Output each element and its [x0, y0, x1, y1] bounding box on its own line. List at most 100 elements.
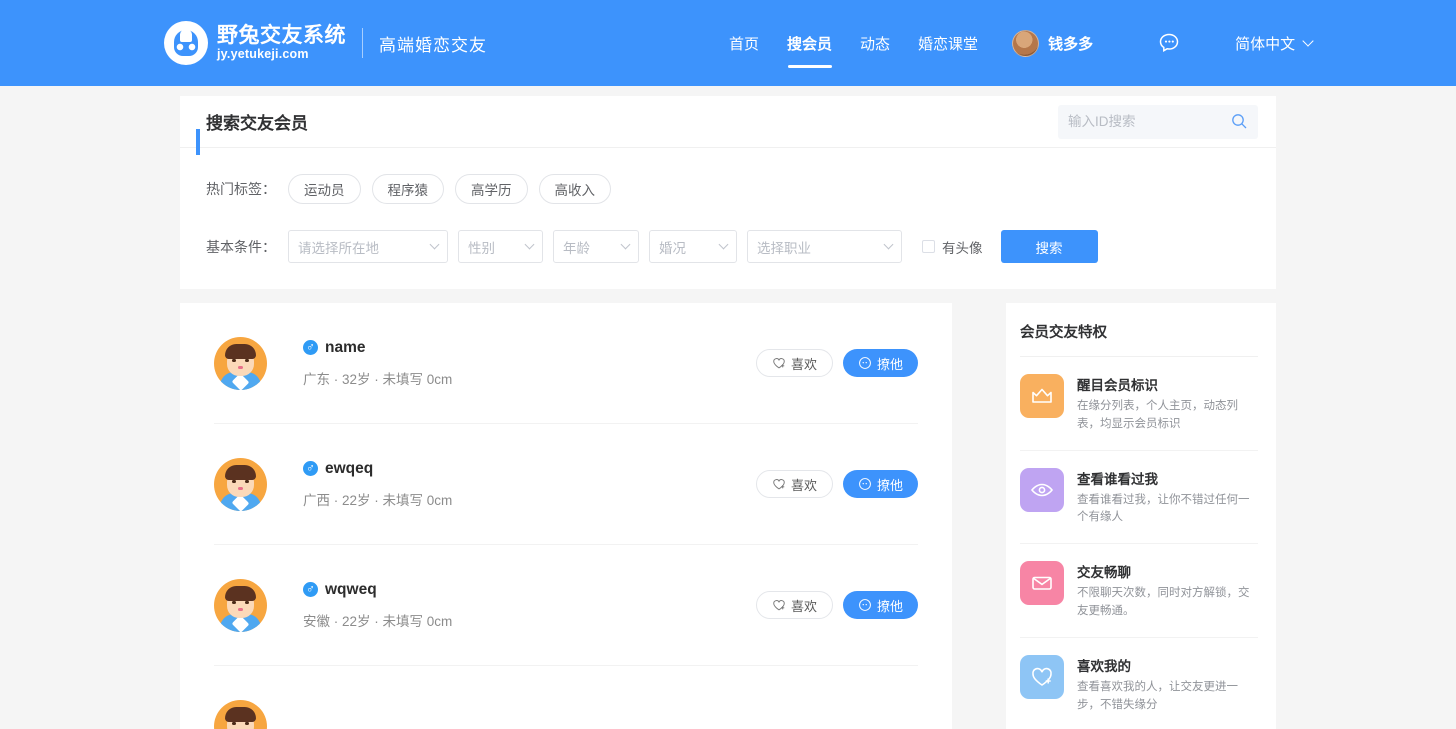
- select-gender[interactable]: 性别: [458, 230, 543, 263]
- privilege-title: 喜欢我的: [1077, 658, 1131, 674]
- select-age[interactable]: 年龄: [553, 230, 639, 263]
- member-avatar-icon[interactable]: [214, 578, 267, 632]
- member-list: name 广东 · 32岁 · 未填写 0cm 喜欢: [180, 303, 952, 729]
- privilege-item-who-viewed-me[interactable]: 查看谁看过我 查看谁看过我，让你不错过任何一个有缘人: [1020, 451, 1258, 545]
- member-row[interactable]: wqweq 安徽 · 22岁 · 未填写 0cm 喜欢: [214, 545, 918, 666]
- brand-logo[interactable]: 野兔交友系统 jy.yetukeji.com 高端婚恋交友: [164, 21, 487, 65]
- privilege-title: 交友畅聊: [1077, 565, 1131, 581]
- member-name-line: name: [303, 339, 756, 357]
- search-button[interactable]: 搜索: [1000, 230, 1098, 263]
- member-row[interactable]: name 广东 · 32岁 · 未填写 0cm 喜欢: [214, 303, 918, 424]
- select-age-value: 年龄: [563, 240, 590, 256]
- select-location[interactable]: 请选择所在地: [288, 230, 448, 263]
- page-body: 搜索交友会员 热门标签： 运动员 程序猿 高学历 高收入: [0, 96, 1456, 729]
- search-input[interactable]: [1068, 114, 1228, 129]
- member-meta: 广东 · 32岁 · 未填写 0cm: [303, 371, 453, 387]
- select-occupation-value: 选择职业: [757, 240, 811, 256]
- member-name-line: ewqeq: [303, 460, 756, 478]
- user-name: 钱多多: [1048, 35, 1094, 53]
- member-row[interactable]: [214, 666, 918, 729]
- chat-bubble-icon: [859, 357, 871, 369]
- chevron-down-icon: [524, 239, 535, 250]
- member-name-line: wqweq: [303, 581, 756, 599]
- tag-high-education[interactable]: 高学历: [455, 174, 528, 204]
- brand-slogan: 高端婚恋交友: [379, 35, 487, 55]
- search-icon[interactable]: [1231, 113, 1248, 135]
- nav-item-classroom[interactable]: 婚恋课堂: [904, 0, 992, 86]
- brand-url: jy.yetukeji.com: [217, 47, 309, 62]
- page-title: 搜索交友会员: [206, 114, 308, 133]
- tag-programmer[interactable]: 程序猿: [371, 174, 444, 204]
- tag-high-income[interactable]: 高收入: [538, 174, 611, 204]
- member-meta: 安徽 · 22岁 · 未填写 0cm: [303, 613, 453, 629]
- member-actions: 喜欢 撩他: [755, 591, 918, 619]
- privilege-text: 交友畅聊 不限聊天次数，同时对方解锁，交友更畅通。: [1077, 561, 1258, 621]
- privileges-sidebar: 会员交友特权 醒目会员标识 在缘分列表，个人主页，动态列表，均显示会员标识 查看…: [1006, 303, 1276, 729]
- heart-plus-icon: [773, 358, 785, 369]
- basic-conditions-row: 基本条件： 请选择所在地 性别 年龄 婚况 选择职业 有头像 搜索: [180, 230, 1276, 263]
- member-name[interactable]: name: [325, 339, 366, 357]
- like-button-label: 喜欢: [790, 598, 817, 614]
- tag-athlete[interactable]: 运动员: [288, 174, 361, 204]
- member-name[interactable]: wqweq: [325, 581, 377, 599]
- member-info: wqweq 安徽 · 22岁 · 未填写 0cm: [303, 581, 756, 630]
- privilege-text: 查看谁看过我 查看谁看过我，让你不错过任何一个有缘人: [1077, 468, 1258, 528]
- flirt-button[interactable]: 撩他: [842, 349, 918, 377]
- privilege-desc: 查看谁看过我，让你不错过任何一个有缘人: [1077, 493, 1250, 524]
- nav-item-feed[interactable]: 动态: [846, 0, 904, 86]
- member-row[interactable]: ewqeq 广西 · 22岁 · 未填写 0cm 喜欢: [214, 424, 918, 545]
- id-search-box[interactable]: [1058, 104, 1258, 139]
- privilege-text: 醒目会员标识 在缘分列表，个人主页，动态列表，均显示会员标识: [1077, 374, 1258, 434]
- chat-bubble-icon: [859, 478, 871, 490]
- chat-button[interactable]: [1155, 29, 1183, 57]
- sidebar-title: 会员交友特权: [1020, 321, 1258, 357]
- heart-plus-icon: [773, 600, 785, 611]
- member-meta: 广西 · 22岁 · 未填写 0cm: [303, 492, 453, 508]
- brand-divider: [362, 28, 363, 58]
- member-avatar-icon[interactable]: [214, 700, 267, 729]
- hot-tags-row: 热门标签： 运动员 程序猿 高学历 高收入: [180, 174, 1276, 204]
- has-avatar-checkbox[interactable]: 有头像: [922, 237, 983, 257]
- flirt-button-label: 撩他: [876, 356, 903, 372]
- select-marital-status[interactable]: 婚况: [649, 230, 737, 263]
- member-avatar-icon[interactable]: [214, 457, 267, 511]
- user-menu[interactable]: 钱多多: [1012, 29, 1094, 57]
- language-selector[interactable]: 简体中文: [1235, 33, 1314, 54]
- member-name[interactable]: ewqeq: [325, 460, 373, 478]
- rabbit-logo-icon: [164, 21, 208, 65]
- privilege-text: 喜欢我的 查看喜欢我的人，让交友更进一步，不错失缘分: [1077, 655, 1258, 715]
- privilege-item-member-badge[interactable]: 醒目会员标识 在缘分列表，个人主页，动态列表，均显示会员标识: [1020, 357, 1258, 451]
- chat-bubble-icon: [1159, 33, 1179, 52]
- site-header: 野兔交友系统 jy.yetukeji.com 高端婚恋交友 首页 搜会员 动态 …: [0, 0, 1456, 86]
- nav-item-home[interactable]: 首页: [715, 0, 773, 86]
- like-button[interactable]: 喜欢: [755, 349, 833, 377]
- basic-conditions-label: 基本条件：: [206, 238, 276, 255]
- nav-item-search-members[interactable]: 搜会员: [773, 0, 846, 86]
- flirt-button[interactable]: 撩他: [842, 591, 918, 619]
- select-marital-status-value: 婚况: [659, 240, 686, 256]
- heart-plus-icon: [773, 479, 785, 490]
- chevron-down-icon: [1302, 35, 1314, 47]
- main-navigation: 首页 搜会员 动态 婚恋课堂 钱多多 简体中文: [715, 0, 1314, 86]
- privilege-title: 查看谁看过我: [1077, 471, 1158, 487]
- like-button[interactable]: 喜欢: [755, 470, 833, 498]
- flirt-button-label: 撩他: [876, 477, 903, 493]
- flirt-button[interactable]: 撩他: [842, 470, 918, 498]
- search-panel: 搜索交友会员 热门标签： 运动员 程序猿 高学历 高收入: [180, 96, 1276, 289]
- has-avatar-label: 有头像: [942, 240, 983, 256]
- avatar: [1012, 29, 1040, 57]
- member-actions: 喜欢 撩他: [755, 470, 918, 498]
- member-avatar-icon[interactable]: [214, 336, 267, 390]
- like-button-label: 喜欢: [790, 356, 817, 372]
- content-area: name 广东 · 32岁 · 未填写 0cm 喜欢: [180, 303, 1276, 729]
- search-panel-header: 搜索交友会员: [180, 96, 1276, 155]
- privilege-item-unlimited-chat[interactable]: 交友畅聊 不限聊天次数，同时对方解锁，交友更畅通。: [1020, 544, 1258, 638]
- select-occupation[interactable]: 选择职业: [747, 230, 902, 263]
- like-button-label: 喜欢: [790, 477, 817, 493]
- privilege-item-who-likes-me[interactable]: 喜欢我的 查看喜欢我的人，让交友更进一步，不错失缘分: [1020, 638, 1258, 729]
- privilege-title: 醒目会员标识: [1077, 378, 1158, 393]
- checkbox-box[interactable]: [922, 240, 935, 253]
- page-container: 搜索交友会员 热门标签： 运动员 程序猿 高学历 高收入: [180, 96, 1276, 729]
- like-button[interactable]: 喜欢: [755, 591, 833, 619]
- member-info: ewqeq 广西 · 22岁 · 未填写 0cm: [303, 460, 756, 509]
